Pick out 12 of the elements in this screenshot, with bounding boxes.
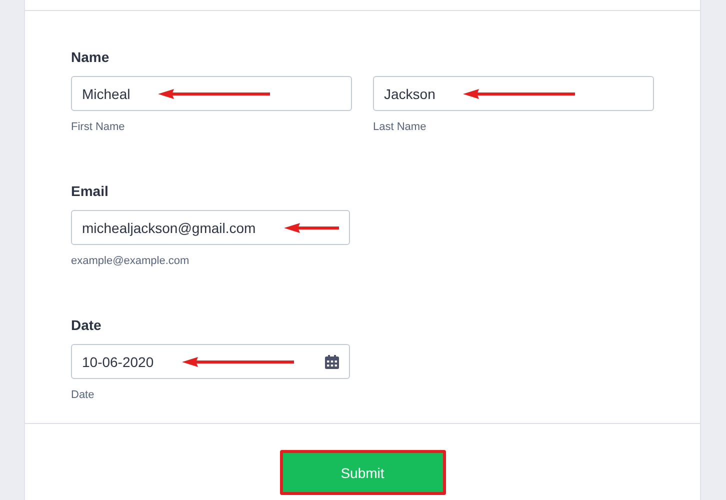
field-hint: First Name	[71, 120, 126, 135]
field-hint: Last Name	[373, 120, 428, 135]
calendar-icon[interactable]	[325, 354, 339, 368]
field-hint: example@example.com	[71, 254, 190, 269]
field-label: Name	[71, 48, 110, 67]
field-hint: Date	[71, 388, 96, 403]
field-label: Email	[71, 182, 110, 201]
field-label: Date	[71, 316, 102, 335]
input-field[interactable]: 10-06-2020	[71, 344, 350, 379]
input-field[interactable]: Micheal	[71, 76, 352, 111]
input-field[interactable]: michealjackson@gmail.com	[71, 210, 350, 245]
input-field[interactable]: Jackson	[373, 76, 654, 111]
